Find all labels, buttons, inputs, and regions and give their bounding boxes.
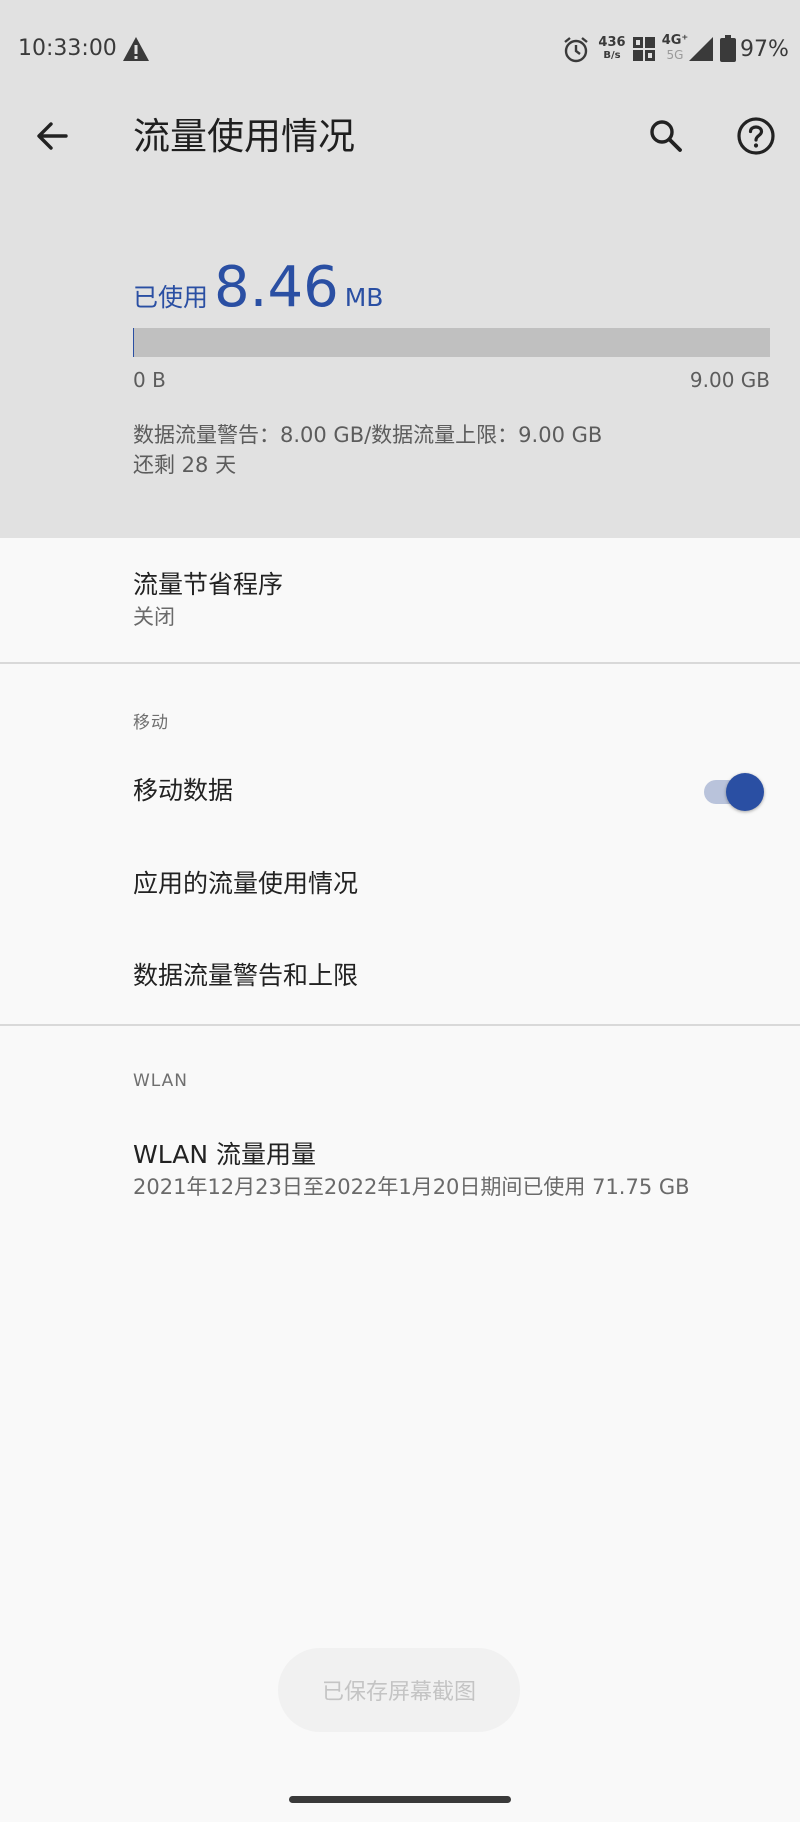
network-speed: 436 B/s [598,36,626,62]
usage-bar-max-label: 9.00 GB [689,368,770,392]
usage-unit: MB [344,283,384,312]
section-header-wlan: WLAN [133,1071,189,1091]
data-warning-limit-text: 数据流量警告：8.00 GB/数据流量上限：9.00 GB [133,423,603,447]
mobile-data-toggle[interactable] [700,771,766,811]
data-saver-status: 关闭 [133,605,175,629]
home-indicator[interactable] [289,1796,511,1803]
usage-value: 8.46 [214,255,339,320]
usage-summary: 已使用 8.46 MB [133,258,383,318]
usage-bar-min-label: 0 B [133,368,166,392]
network-type: 4G⁺ 5G [660,33,690,62]
data-saver-item[interactable]: 流量节省程序 关闭 [0,538,800,662]
data-saver-title: 流量节省程序 [133,570,284,599]
alarm-icon [564,37,588,63]
hd-icon [633,37,655,61]
search-button[interactable] [642,112,690,160]
back-arrow-icon [37,122,68,150]
app-data-usage-item[interactable]: 应用的流量使用情况 [0,838,800,930]
battery-percent: 97% [740,37,789,62]
data-warning-limit-label: 数据流量警告和上限 [133,961,359,990]
page-title: 流量使用情况 [133,115,355,158]
wlan-usage-summary: 2021年12月23日至2022年1月20日期间已使用 71.75 GB [133,1175,690,1199]
help-button[interactable] [732,112,780,160]
usage-progress-fill [133,328,134,357]
wlan-usage-title: WLAN 流量用量 [133,1140,316,1169]
battery-icon [720,35,736,62]
usage-prefix: 已使用 [133,283,209,312]
warning-icon [123,37,149,61]
status-time: 10:33:00 [18,36,117,61]
section-header-mobile: 移动 [133,713,169,733]
help-icon [737,117,775,155]
network-speed-unit: B/s [603,50,621,61]
mobile-data-item[interactable]: 移动数据 [0,745,800,837]
search-icon [650,120,682,152]
screenshot-saved-toast: 已保存屏幕截图 [278,1648,520,1732]
usage-progress-bar [133,328,770,357]
network-type-secondary: 5G [666,48,684,62]
signal-icon [689,37,713,61]
back-button[interactable] [28,112,76,160]
app-data-usage-label: 应用的流量使用情况 [133,869,359,898]
days-remaining-text: 还剩 28 天 [133,453,237,477]
divider [0,662,800,664]
toast-text: 已保存屏幕截图 [321,1680,476,1705]
mobile-data-label: 移动数据 [133,776,234,805]
status-bar: 10:33:00 436 B/s 4G⁺ 5G 97% [0,0,800,100]
wlan-usage-item[interactable]: WLAN 流量用量 2021年12月23日至2022年1月20日期间已使用 71… [0,1110,800,1210]
divider [0,1024,800,1026]
network-type-primary: 4G⁺ [661,33,689,48]
data-warning-limit-item[interactable]: 数据流量警告和上限 [0,931,800,1023]
network-speed-value: 436 [598,35,626,50]
toggle-thumb [726,773,764,811]
